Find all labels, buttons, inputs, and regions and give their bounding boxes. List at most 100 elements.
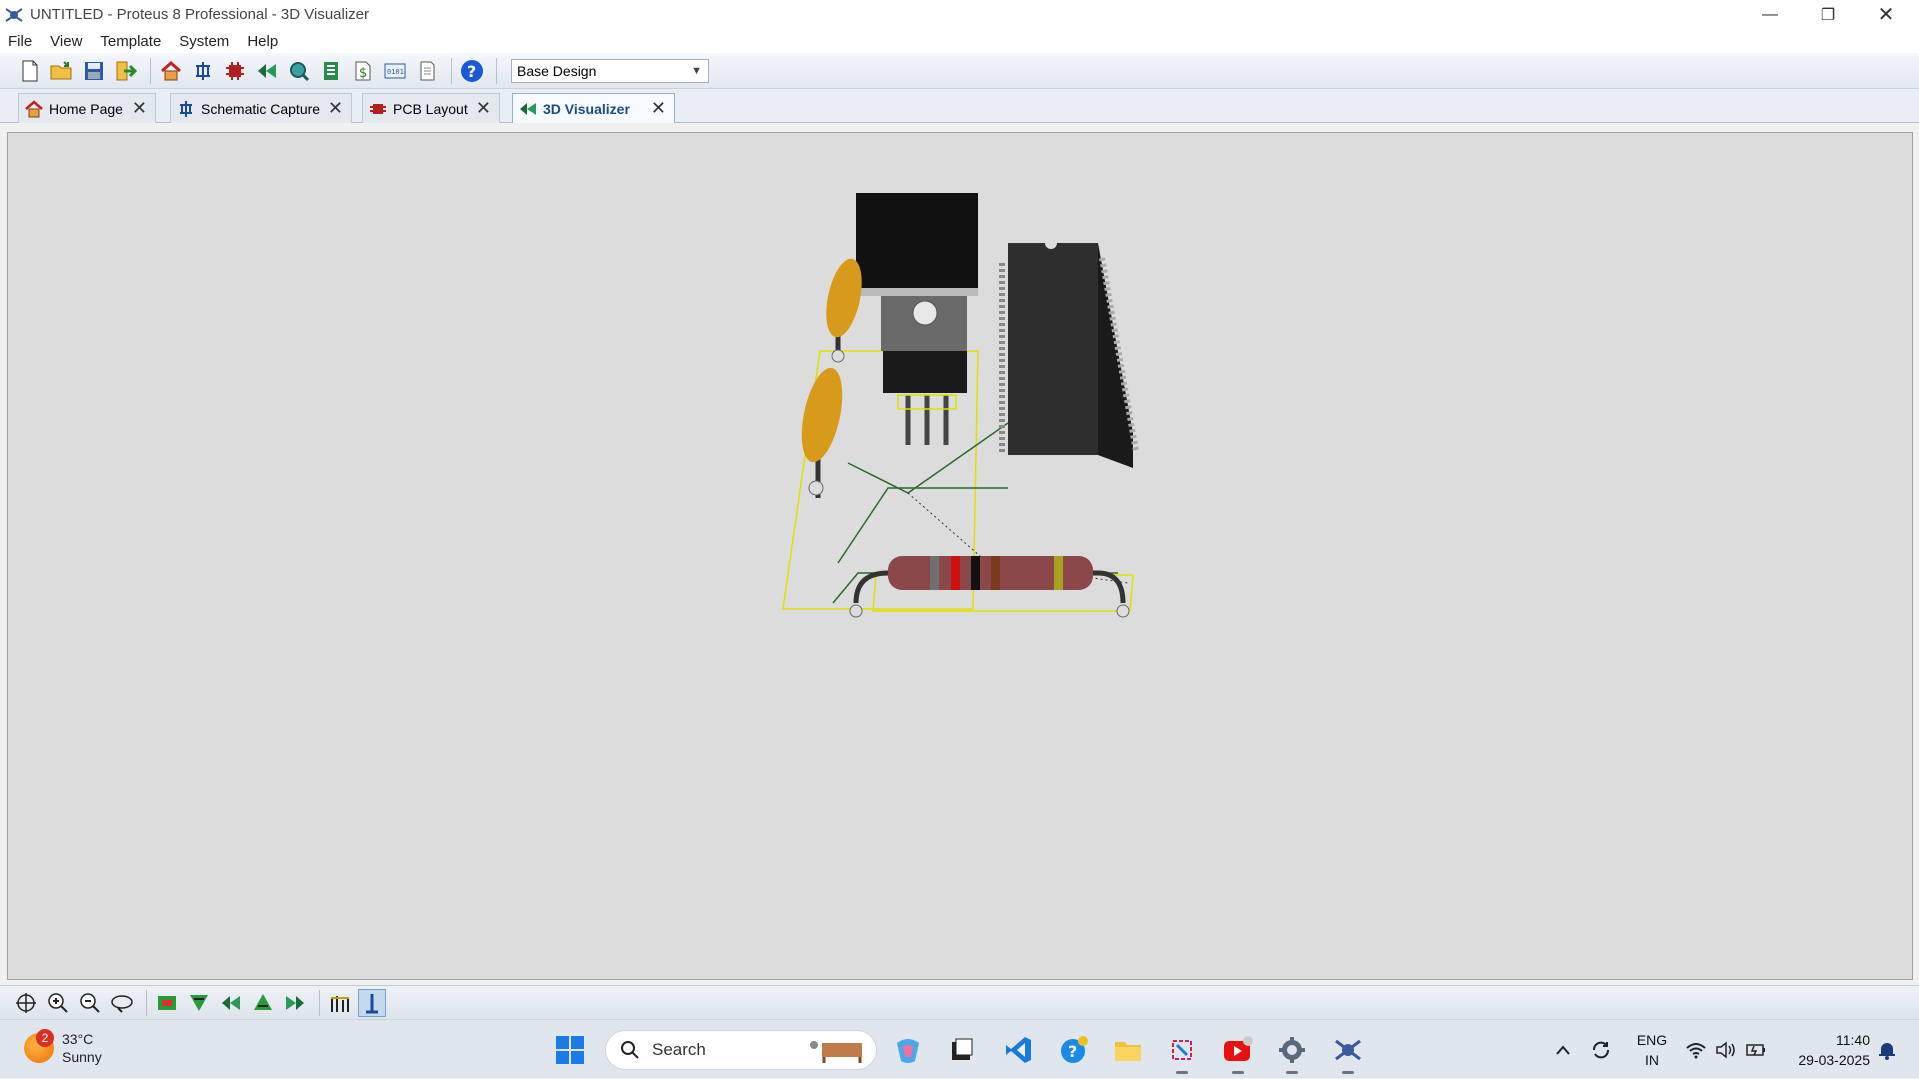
home-button[interactable]: [157, 57, 185, 85]
top-view-button[interactable]: [153, 989, 181, 1017]
wifi-tray-button[interactable]: [1682, 1020, 1710, 1079]
vscode-icon: [1006, 1037, 1031, 1063]
regulator-body: [883, 351, 967, 393]
menu-system[interactable]: System: [179, 33, 229, 50]
front-view-icon: [190, 994, 208, 1011]
capacitor-pad: [831, 349, 845, 363]
proteus-app[interactable]: [1330, 1032, 1366, 1074]
minimize-button[interactable]: —: [1741, 0, 1799, 29]
schematic-icon: [180, 100, 192, 117]
tab-3d-visualizer[interactable]: 3D Visualizer ✕: [512, 93, 675, 123]
zoom-out-button[interactable]: [76, 989, 104, 1017]
snipping-tool-icon: [1172, 1040, 1192, 1060]
vscode-app[interactable]: [1000, 1032, 1036, 1068]
regulator-heatsink: [856, 193, 978, 291]
running-indicator: [1286, 1071, 1298, 1074]
sun-icon: 2: [24, 1029, 54, 1063]
zoom-out-icon: [80, 992, 100, 1013]
help-button[interactable]: ?: [458, 57, 486, 85]
volume-tray-button[interactable]: [1712, 1020, 1740, 1079]
resistor-pad: [1116, 604, 1130, 618]
pcb-button[interactable]: [221, 57, 249, 85]
measure-button[interactable]: [358, 988, 386, 1017]
sync-tray-button[interactable]: [1586, 1020, 1616, 1079]
task-view-icon: [952, 1038, 973, 1060]
tab-home-page[interactable]: Home Page ✕: [18, 93, 156, 123]
notifications-button[interactable]: [1874, 1020, 1900, 1079]
clock-date: 29-03-2025: [1798, 1052, 1870, 1068]
pcb-3d-render: [782, 193, 1139, 618]
resistor-band: [991, 556, 1000, 590]
close-tab-icon[interactable]: ✕: [651, 98, 666, 119]
tab-schematic-capture[interactable]: Schematic Capture ✕: [170, 93, 352, 123]
height-view-button[interactable]: [326, 989, 354, 1017]
restore-button[interactable]: ❐: [1799, 0, 1857, 29]
3d-visualizer-button[interactable]: [253, 57, 281, 85]
schematic-button[interactable]: [189, 57, 217, 85]
close-window-button[interactable]: ✕: [1857, 0, 1915, 29]
clock[interactable]: 11:40 29-03-2025: [1782, 1030, 1870, 1070]
close-tab-icon[interactable]: ✕: [328, 98, 343, 119]
crosshair-icon: [16, 992, 36, 1013]
open-button[interactable]: [48, 57, 76, 85]
youtube-app[interactable]: [1220, 1032, 1256, 1074]
weather-temp: 33°C: [62, 1031, 94, 1047]
back-view-icon: [254, 993, 272, 1010]
pan-button[interactable]: [12, 989, 40, 1017]
new-file-button[interactable]: [16, 57, 44, 85]
toolbar-separator: [496, 57, 497, 84]
chevron-up-icon: [1556, 1044, 1570, 1055]
left-view-button[interactable]: [217, 989, 245, 1017]
import-button[interactable]: [112, 57, 140, 85]
snipping-tool-app[interactable]: [1164, 1032, 1200, 1074]
search-placeholder: Search: [652, 1040, 706, 1059]
menu-view[interactable]: View: [50, 33, 82, 50]
notes-button[interactable]: [413, 57, 441, 85]
front-view-button[interactable]: [185, 989, 213, 1017]
battery-tray-button[interactable]: [1742, 1020, 1770, 1079]
window-title: UNTITLED - Proteus 8 Professional - 3D V…: [30, 6, 370, 23]
running-indicator: [1232, 1071, 1244, 1074]
close-tab-icon[interactable]: ✕: [476, 98, 491, 119]
close-tab-icon[interactable]: ✕: [132, 98, 147, 119]
gerber-viewer-button[interactable]: [285, 57, 313, 85]
design-explorer-button[interactable]: [317, 57, 345, 85]
sync-icon: [1593, 1041, 1609, 1058]
taskbar-search[interactable]: Search: [605, 1030, 877, 1070]
notes-icon: [420, 61, 435, 80]
open-folder-icon: [50, 60, 72, 79]
bill-of-materials-button[interactable]: $: [349, 57, 377, 85]
source-code-button[interactable]: 0101: [381, 57, 409, 85]
file-explorer-app[interactable]: [1110, 1032, 1146, 1068]
tab-pcb-layout[interactable]: PCB Layout ✕: [362, 93, 500, 123]
weather-widget[interactable]: 2 33°C Sunny: [24, 1029, 102, 1066]
dip-ic-notch: [1045, 237, 1057, 249]
view-toolbar: [0, 985, 1919, 1019]
start-button[interactable]: [552, 1032, 588, 1068]
new-file-icon: [22, 60, 38, 81]
main-toolbar: $ 0101 ? Base Design ▼: [0, 53, 1919, 89]
save-button[interactable]: [80, 57, 108, 85]
help-app-icon: ?: [1061, 1036, 1088, 1063]
copilot-app[interactable]: [890, 1032, 926, 1068]
search-icon: [621, 1041, 639, 1059]
language-indicator[interactable]: ENG IN: [1636, 1030, 1668, 1070]
show-hidden-icons-button[interactable]: [1550, 1020, 1576, 1079]
variant-select[interactable]: Base Design ▼: [511, 58, 709, 83]
right-view-button[interactable]: [281, 989, 309, 1017]
back-view-button[interactable]: [249, 989, 277, 1017]
3d-viewport[interactable]: [7, 132, 1913, 980]
regulator-tab: [856, 288, 978, 296]
menu-file[interactable]: File: [8, 33, 32, 50]
task-view-app[interactable]: [944, 1032, 980, 1068]
tab-label: Home Page: [49, 100, 123, 117]
get-help-app[interactable]: ?: [1056, 1032, 1092, 1068]
zoom-in-button[interactable]: [44, 989, 72, 1017]
volume-icon: [1716, 1040, 1735, 1059]
menu-template[interactable]: Template: [100, 33, 161, 50]
running-indicator: [1342, 1071, 1354, 1074]
pcb-icon: [226, 61, 244, 80]
orbit-button[interactable]: [108, 989, 136, 1017]
menu-help[interactable]: Help: [247, 33, 278, 50]
settings-app[interactable]: [1274, 1032, 1310, 1074]
